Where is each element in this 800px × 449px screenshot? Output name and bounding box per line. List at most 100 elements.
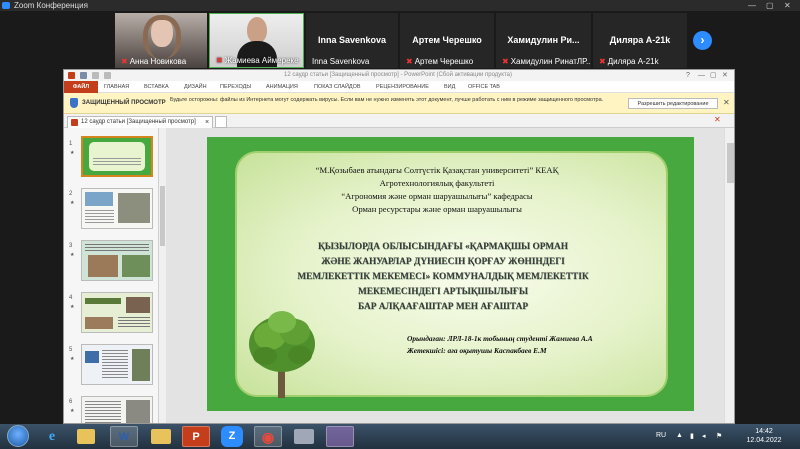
- powerpoint-taskbar-icon[interactable]: P: [182, 426, 210, 447]
- participant-hair: [143, 15, 181, 59]
- specialty-line: Орман ресурстары және орман шаруашылығы: [352, 204, 522, 214]
- slide-thumbnail-1[interactable]: [81, 136, 153, 177]
- zoom-taskbar-icon[interactable]: Z: [221, 426, 243, 447]
- thumb-number: 6: [69, 399, 73, 405]
- scroll-thumb[interactable]: [727, 143, 734, 183]
- slide-thumbnail-5[interactable]: [81, 344, 153, 385]
- slide-thumbnail-6[interactable]: [81, 396, 153, 423]
- new-tab-button[interactable]: [215, 116, 227, 128]
- transition-star-icon: ★: [70, 356, 75, 362]
- minimize-icon[interactable]: —: [698, 70, 705, 81]
- chevron-right-icon: ›: [700, 33, 705, 47]
- thumb-number: 3: [69, 243, 73, 249]
- transition-star-icon: ★: [70, 304, 75, 310]
- tab-home[interactable]: ГЛАВНАЯ: [104, 81, 129, 93]
- tray-expand-icon[interactable]: ▲: [676, 432, 683, 439]
- word-icon[interactable]: W: [110, 426, 138, 447]
- participant-display-name: Хамидулин Ри...: [507, 35, 580, 45]
- scroll-thumb[interactable]: [160, 186, 165, 246]
- slide-scrollbar[interactable]: [724, 128, 734, 423]
- thumbnail-scrollbar[interactable]: [159, 128, 166, 423]
- maximize-icon[interactable]: ▢: [710, 70, 717, 81]
- tab-design[interactable]: ДИЗАЙН: [184, 81, 207, 93]
- zoom-app-icon: [2, 2, 10, 9]
- tab-review[interactable]: РЕЦЕНЗИРОВАНИЕ: [376, 81, 429, 93]
- ppt-window-title: 12 саудр статьи [Защищенный просмотр] - …: [284, 72, 512, 78]
- volume-icon[interactable]: ◂: [702, 432, 706, 440]
- chrome-icon[interactable]: ◉: [254, 426, 282, 447]
- slide-frame: “М.Қозыбаев атындағы Солтүстік Қазақстан…: [235, 151, 668, 398]
- faculty-line: Агротехнологиялық факультеті: [379, 178, 495, 188]
- participant-tile-3[interactable]: Inna Savenkova Inna Savenkova: [306, 13, 398, 68]
- app-icon[interactable]: [326, 426, 354, 447]
- slide-thumbnail-3[interactable]: [81, 240, 153, 281]
- maximize-icon[interactable]: ▢: [766, 0, 774, 11]
- participant-tile-2[interactable]: ✖ Жамиева Аймереке: [209, 13, 304, 68]
- ppt-title-bar: 12 саудр статьи [Защищенный просмотр] - …: [64, 70, 734, 81]
- slide-heading-line: МЕМЛЕКЕТТІК МЕКЕМЕСІ» КОММУНАЛДЫҚ МЕМЛЕК…: [297, 272, 589, 282]
- thumb-text: [102, 350, 128, 380]
- mic-muted-icon: ✖: [216, 56, 223, 65]
- thumb-text: [118, 317, 150, 329]
- start-button[interactable]: [7, 425, 29, 447]
- close-icon[interactable]: ✕: [723, 98, 730, 107]
- slide-thumbnail-4[interactable]: [81, 292, 153, 333]
- tab-office-tab[interactable]: OFFICE TAB: [468, 81, 500, 93]
- redo-icon[interactable]: [104, 72, 111, 79]
- thumb-content: [89, 142, 145, 171]
- university-line: “М.Қозыбаев атындағы Солтүстік Қазақстан…: [315, 165, 559, 175]
- transition-star-icon: ★: [70, 150, 75, 156]
- help-icon[interactable]: ?: [686, 70, 690, 81]
- tab-view[interactable]: ВИД: [444, 81, 455, 93]
- close-icon[interactable]: ×: [205, 117, 209, 128]
- tab-transitions[interactable]: ПЕРЕХОДЫ: [220, 81, 251, 93]
- zoom-title-bar: Zoom Конференция — ▢ ✕: [0, 0, 800, 11]
- undo-icon[interactable]: [92, 72, 99, 79]
- enable-editing-button[interactable]: Разрешить редактирование: [628, 98, 718, 109]
- tab-slideshow[interactable]: ПОКАЗ СЛАЙДОВ: [314, 81, 361, 93]
- language-indicator[interactable]: RU: [656, 432, 666, 439]
- participant-tile-5[interactable]: Хамидулин Ри... ✖ Хамидулин РинатЛР...: [496, 13, 591, 68]
- participant-display-name: Диляра А-21k: [609, 35, 671, 45]
- app-icon[interactable]: [294, 429, 314, 444]
- screen: Zoom Конференция — ▢ ✕ ✖ Анна Новикова ✖ Ж…: [0, 0, 800, 449]
- slide-heading-line: БАР АЛҚААҒАШТАР МЕН АҒАШТАР: [357, 302, 529, 312]
- clock[interactable]: 14:42 12.04.2022: [738, 427, 790, 445]
- participant-tile-1[interactable]: ✖ Анна Новикова: [115, 13, 207, 68]
- thumb-number: 5: [69, 347, 73, 353]
- clock-date: 12.04.2022: [746, 437, 782, 444]
- next-page-button[interactable]: ›: [693, 31, 712, 50]
- save-icon[interactable]: [80, 72, 87, 79]
- slide-heading-line: МЕКЕМЕСІНДЕГІ АРТЫҚШЫЛЫҒЫ: [358, 287, 528, 297]
- tab-animations[interactable]: АНИМАЦИЯ: [266, 81, 298, 93]
- flag-icon[interactable]: ⚑: [716, 432, 722, 440]
- document-tab[interactable]: 12 саудр статьи [Защищенный просмотр] ×: [67, 116, 213, 128]
- minimize-icon[interactable]: —: [748, 0, 756, 11]
- thumb-image: [85, 317, 113, 329]
- participant-name: ✖ Анна Новикова: [121, 57, 187, 66]
- close-document-icon[interactable]: ✕: [714, 115, 721, 124]
- clock-time: 14:42: [755, 428, 773, 435]
- internet-explorer-icon[interactable]: e: [38, 426, 66, 447]
- folder-icon[interactable]: [77, 429, 95, 444]
- document-tab-label: 12 саудр статьи [Защищенный просмотр]: [81, 119, 196, 125]
- participant-tile-4[interactable]: Артем Черешко ✖ Артем Черешко: [400, 13, 494, 68]
- close-icon[interactable]: ✕: [784, 0, 791, 11]
- folder-icon[interactable]: [151, 429, 171, 444]
- document-tab-bar: 12 саудр статьи [Защищенный просмотр] × …: [64, 114, 734, 128]
- transition-star-icon: ★: [70, 200, 75, 206]
- network-icon[interactable]: ▮: [690, 432, 694, 440]
- tab-insert[interactable]: ВСТАВКА: [144, 81, 169, 93]
- participant-name: Inna Savenkova: [312, 57, 370, 66]
- powerpoint-icon: [71, 119, 78, 126]
- participant-display-name: Артем Черешко: [412, 35, 482, 45]
- transition-star-icon: ★: [70, 252, 75, 258]
- participant-tile-6[interactable]: Диляра А-21k ✖ Диляра А-21k: [593, 13, 687, 68]
- department-line: “Агрономия және орман шаруашылығы” кафед…: [341, 191, 533, 201]
- tab-file[interactable]: ФАЙЛ: [64, 81, 98, 93]
- mic-muted-icon: ✖: [502, 57, 509, 66]
- slide-thumbnail-2[interactable]: [81, 188, 153, 229]
- slide-thumbnail-panel: 1 ★ 2 ★ 3 ★ 4 ★ 5 ★ 6 ★: [64, 128, 159, 423]
- participant-strip: ✖ Анна Новикова ✖ Жамиева Аймереке Inna Sa…: [0, 11, 800, 69]
- close-icon[interactable]: ✕: [722, 70, 728, 81]
